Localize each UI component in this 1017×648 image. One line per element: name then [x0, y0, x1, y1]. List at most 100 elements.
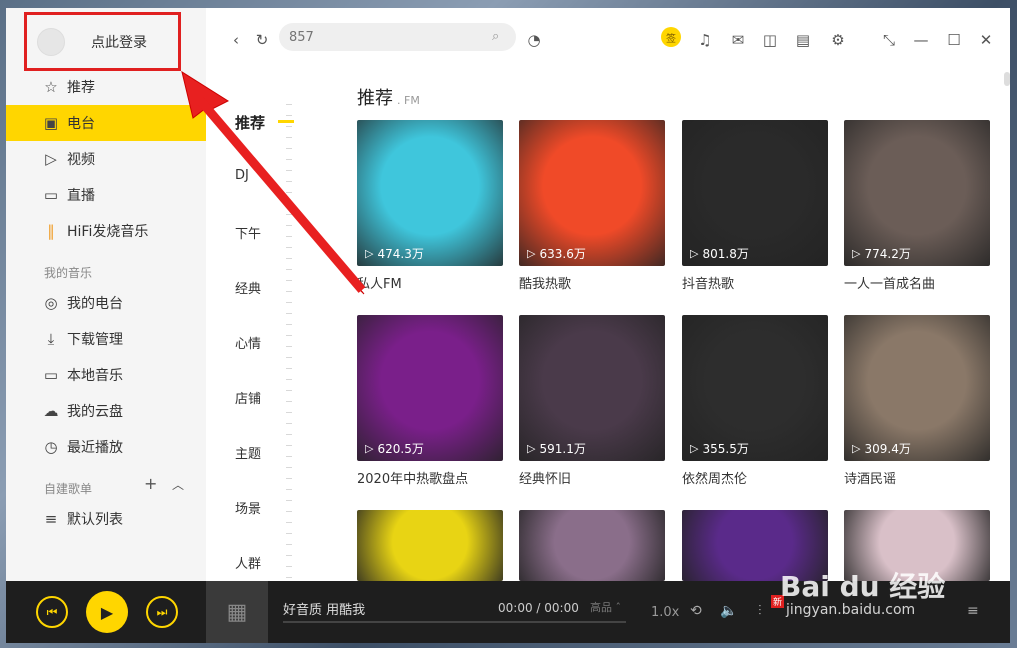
sidebar-item-hifi[interactable]: ‖ HiFi发烧音乐 [6, 213, 206, 249]
sidebar-item-live[interactable]: ▭ 直播 [6, 177, 206, 213]
card-title[interactable]: 2020年中热歌盘点 [357, 468, 468, 487]
section-title-text: 推荐 [357, 88, 393, 109]
play-count-value: 633.6万 [539, 247, 586, 261]
sidebar-item-label: 推荐 [67, 80, 95, 96]
sidebar-item-cloud[interactable]: ☁ 我的云盘 [6, 393, 206, 429]
play-count-value: 801.8万 [702, 247, 749, 261]
section-subtitle: . FM [397, 94, 420, 107]
category-tab[interactable]: 经典 [235, 278, 261, 297]
volume-icon[interactable]: 🔈 [720, 603, 737, 619]
settings-icon[interactable]: ⚙ [828, 31, 848, 49]
speed-button[interactable]: 1.0x [651, 605, 679, 620]
play-count-value: 474.3万 [377, 247, 424, 261]
playlist-icon[interactable]: ≡ [967, 603, 979, 619]
add-playlist-icon[interactable]: + [144, 474, 157, 493]
play-count: ▷ 774.2万 [852, 245, 911, 262]
category-tab[interactable]: 心情 [235, 333, 261, 352]
mail-icon[interactable]: ✉ [728, 31, 748, 49]
playlist-card[interactable] [357, 510, 503, 581]
category-indicator [278, 120, 294, 123]
play-count: ▷ 474.3万 [365, 245, 424, 262]
play-count-value: 309.4万 [864, 442, 911, 456]
my-radio-icon: ◎ [44, 294, 58, 312]
sidebar-item-label: 下载管理 [67, 332, 123, 348]
login-area[interactable]: 点此登录 [24, 12, 181, 71]
category-tab[interactable]: 场景 [235, 498, 261, 517]
song-title: 好音质 用酷我 [283, 603, 366, 618]
category-tab[interactable]: 推荐 [235, 112, 265, 133]
playlist-card[interactable]: ▷ 633.6万 [519, 120, 665, 266]
app-window: 点此登录 ☆ 推荐 ▣ 电台 ▷ 视频 ▭ 直播 ‖ HiFi发烧音乐 我的音乐… [6, 8, 1010, 643]
play-button[interactable]: ▶ [86, 591, 128, 633]
category-tab[interactable]: 店铺 [235, 388, 261, 407]
playlist-card[interactable]: ▷ 591.1万 [519, 315, 665, 461]
category-tab[interactable]: 下午 [235, 223, 261, 242]
category-tab[interactable]: 主题 [235, 443, 261, 462]
play-count-icon: ▷ [690, 442, 699, 455]
maximize-icon[interactable]: ☐ [944, 31, 964, 49]
cloud-icon: ☁ [43, 402, 59, 420]
playlist-card[interactable]: ▷ 774.2万 [844, 120, 990, 266]
card-title[interactable]: 依然周杰伦 [682, 468, 747, 487]
sidebar-item-download[interactable]: ⤓ 下载管理 [6, 321, 206, 357]
sidebar-item-label: 视频 [67, 152, 95, 168]
equalizer-icon[interactable]: ⫶ [758, 603, 762, 619]
play-count-icon: ▷ [527, 247, 536, 260]
album-cover[interactable]: ▦ [206, 581, 268, 643]
refresh-icon[interactable]: ↻ [252, 31, 272, 49]
collapse-icon[interactable]: ︿ [172, 476, 184, 493]
previous-button[interactable]: ⏮ [36, 596, 68, 628]
playlist-card[interactable] [519, 510, 665, 581]
card-title[interactable]: 经典怀旧 [519, 468, 571, 487]
play-count-value: 355.5万 [702, 442, 749, 456]
minimize-icon[interactable]: — [911, 31, 931, 49]
card-title[interactable]: 私人FM [357, 273, 402, 292]
sidebar-item-default-list[interactable]: ≡ 默认列表 [6, 501, 206, 537]
play-count: ▷ 591.1万 [527, 440, 586, 457]
card-title[interactable]: 酷我热歌 [519, 273, 571, 292]
search-icon[interactable]: ⌕ [492, 29, 499, 44]
quality-select[interactable]: 高品 ˆ [590, 599, 621, 615]
search-input[interactable] [279, 23, 516, 51]
playlist-card[interactable]: ▷ 309.4万 [844, 315, 990, 461]
sidebar-item-my-radio[interactable]: ◎ 我的电台 [6, 285, 206, 321]
play-count-value: 620.5万 [377, 442, 424, 456]
avatar[interactable] [37, 27, 65, 56]
close-icon[interactable]: ✕ [976, 31, 996, 49]
scrollbar[interactable] [1004, 72, 1010, 86]
progress-bar[interactable] [283, 621, 626, 623]
voice-search-icon[interactable]: ◔ [524, 31, 544, 49]
back-icon[interactable]: ‹ [226, 31, 246, 49]
sidebar-item-local[interactable]: ▭ 本地音乐 [6, 357, 206, 393]
playlist-card[interactable]: ▷ 474.3万 [357, 120, 503, 266]
playlist-card[interactable]: ▷ 355.5万 [682, 315, 828, 461]
card-title[interactable]: 一人一首成名曲 [844, 273, 935, 292]
sidebar-item-label: 电台 [67, 116, 95, 132]
card-title[interactable]: 抖音热歌 [682, 273, 734, 292]
headphones-icon[interactable]: ♫ [695, 31, 715, 49]
card-title[interactable]: 诗酒民谣 [844, 468, 896, 487]
sidebar-item-label: HiFi发烧音乐 [67, 224, 149, 240]
sidebar-item-recent[interactable]: ◷ 最近播放 [6, 429, 206, 465]
sign-in-badge[interactable]: 签 [661, 27, 681, 47]
category-tab[interactable]: DJ [235, 168, 249, 183]
category-tab[interactable]: 人群 [235, 553, 261, 572]
section-title: 推荐 . FM [357, 84, 420, 110]
sidebar-item-radio[interactable]: ▣ 电台 [6, 105, 206, 141]
sidebar-item-video[interactable]: ▷ 视频 [6, 141, 206, 177]
playlist-card[interactable]: ▷ 801.8万 [682, 120, 828, 266]
mini-mode-icon[interactable]: ⤡ [879, 31, 899, 49]
playlist-card[interactable]: ▷ 620.5万 [357, 315, 503, 461]
sidebar: 点此登录 ☆ 推荐 ▣ 电台 ▷ 视频 ▭ 直播 ‖ HiFi发烧音乐 我的音乐… [6, 8, 206, 581]
play-count-icon: ▷ [365, 442, 374, 455]
play-count: ▷ 309.4万 [852, 440, 911, 457]
sidebar-item-label: 最近播放 [67, 440, 123, 456]
category-scale [286, 104, 292, 582]
login-link[interactable]: 点此登录 [91, 32, 147, 52]
skin-icon[interactable]: ◫ [760, 31, 780, 49]
loop-icon[interactable]: ⟲ [690, 603, 702, 619]
sidebar-item-recommend[interactable]: ☆ 推荐 [6, 69, 206, 105]
next-button[interactable]: ⏭ [146, 596, 178, 628]
fm-icon[interactable]: ▤ [793, 31, 813, 49]
hifi-icon: ‖ [47, 222, 55, 240]
